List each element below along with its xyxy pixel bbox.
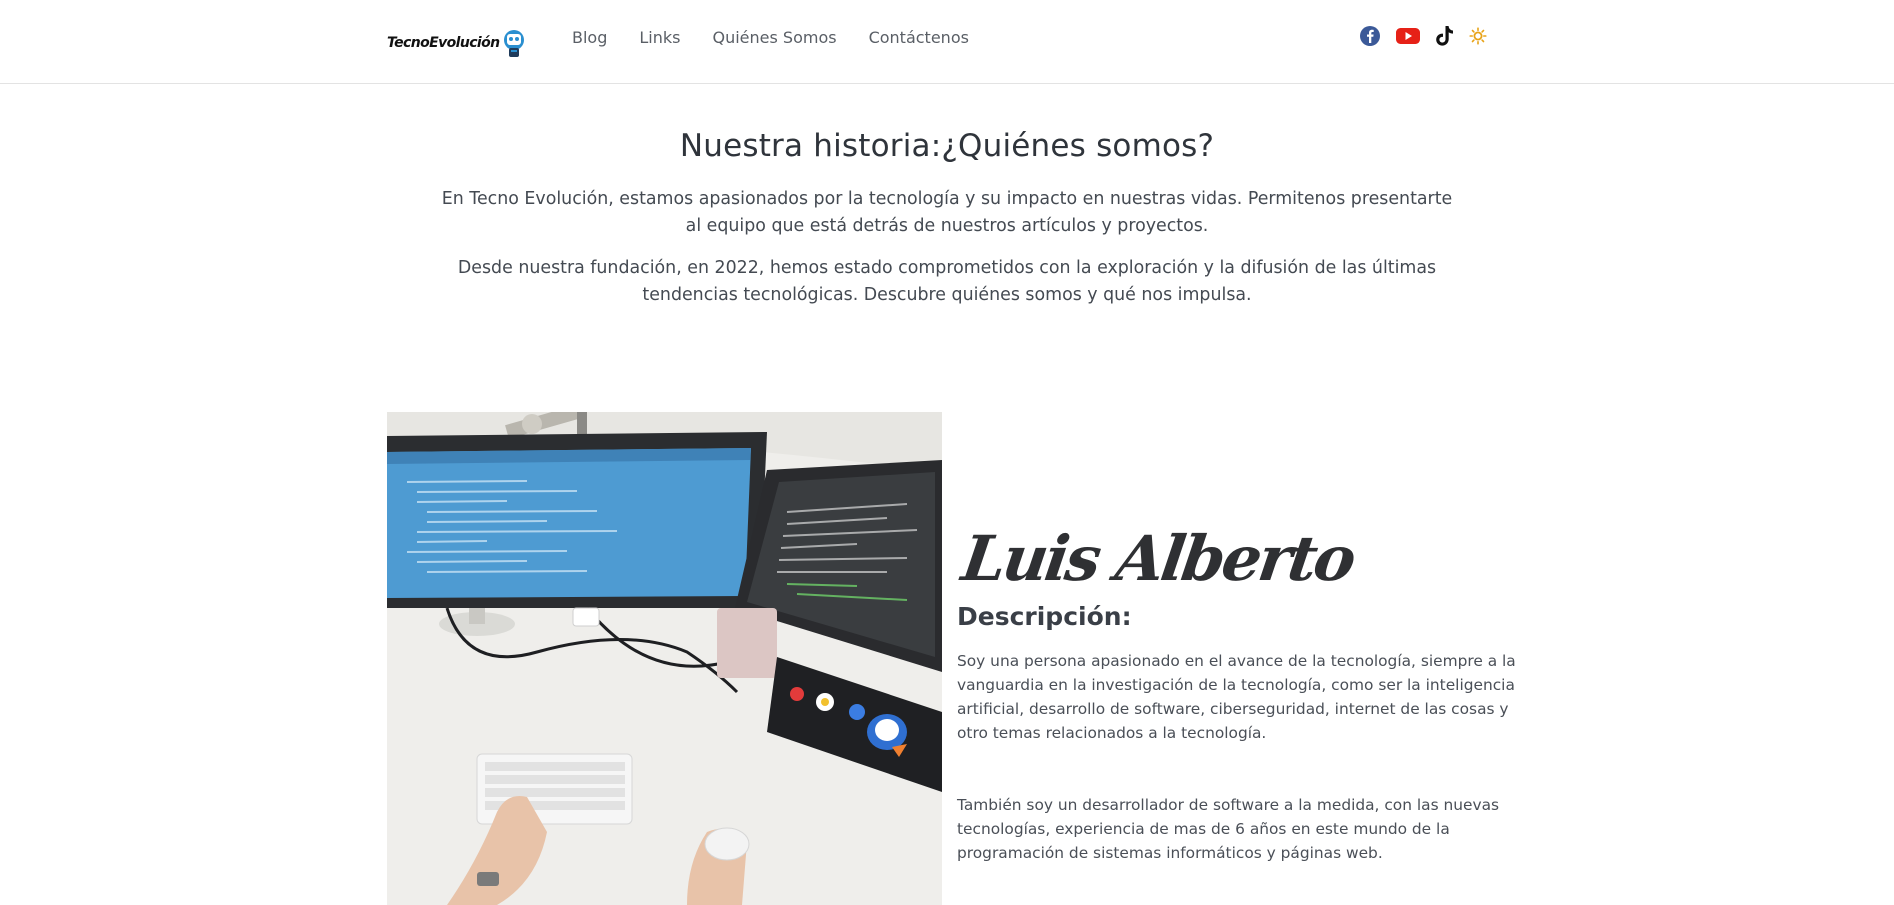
brand-name: TecnoEvolución [387,35,500,51]
facebook-icon[interactable] [1359,25,1381,47]
navbar: TecnoEvolución Blog Links Quiénes Somos … [0,0,1894,84]
description-paragraph-2: También soy un desarrollador de software… [957,796,1500,862]
nav-link-blog[interactable]: Blog [572,28,607,47]
member-name: Luis Alberto [957,522,1358,595]
main-nav: Blog Links Quiénes Somos Contáctenos [572,28,1001,47]
intro-paragraph-1: En Tecno Evolución, estamos apasionados … [441,189,1453,236]
robot-head-icon [504,30,525,57]
team-member-photo [387,412,942,905]
description-title: Descripción: [957,602,1132,631]
team-member-profile: Luis Alberto Descripción: Soy una person… [957,518,1517,865]
nav-link-quienes-somos[interactable]: Quiénes Somos [712,28,836,47]
intro-paragraph-2: Desde nuestra fundación, en 2022, hemos … [457,258,1437,305]
sun-icon[interactable] [1469,27,1487,45]
youtube-icon[interactable] [1395,26,1421,46]
social-links [1359,25,1501,47]
nav-link-links[interactable]: Links [639,28,680,47]
nav-link-contactenos[interactable]: Contáctenos [869,28,969,47]
description-paragraph-1: Soy una persona apasionado en el avance … [957,652,1516,742]
brand-logo[interactable]: TecnoEvolución [387,26,544,60]
intro-section: Nuestra historia:¿Quiénes somos? En Tecn… [0,128,1894,309]
tiktok-icon[interactable] [1435,25,1455,47]
page-title: Nuestra historia:¿Quiénes somos? [679,128,1215,164]
